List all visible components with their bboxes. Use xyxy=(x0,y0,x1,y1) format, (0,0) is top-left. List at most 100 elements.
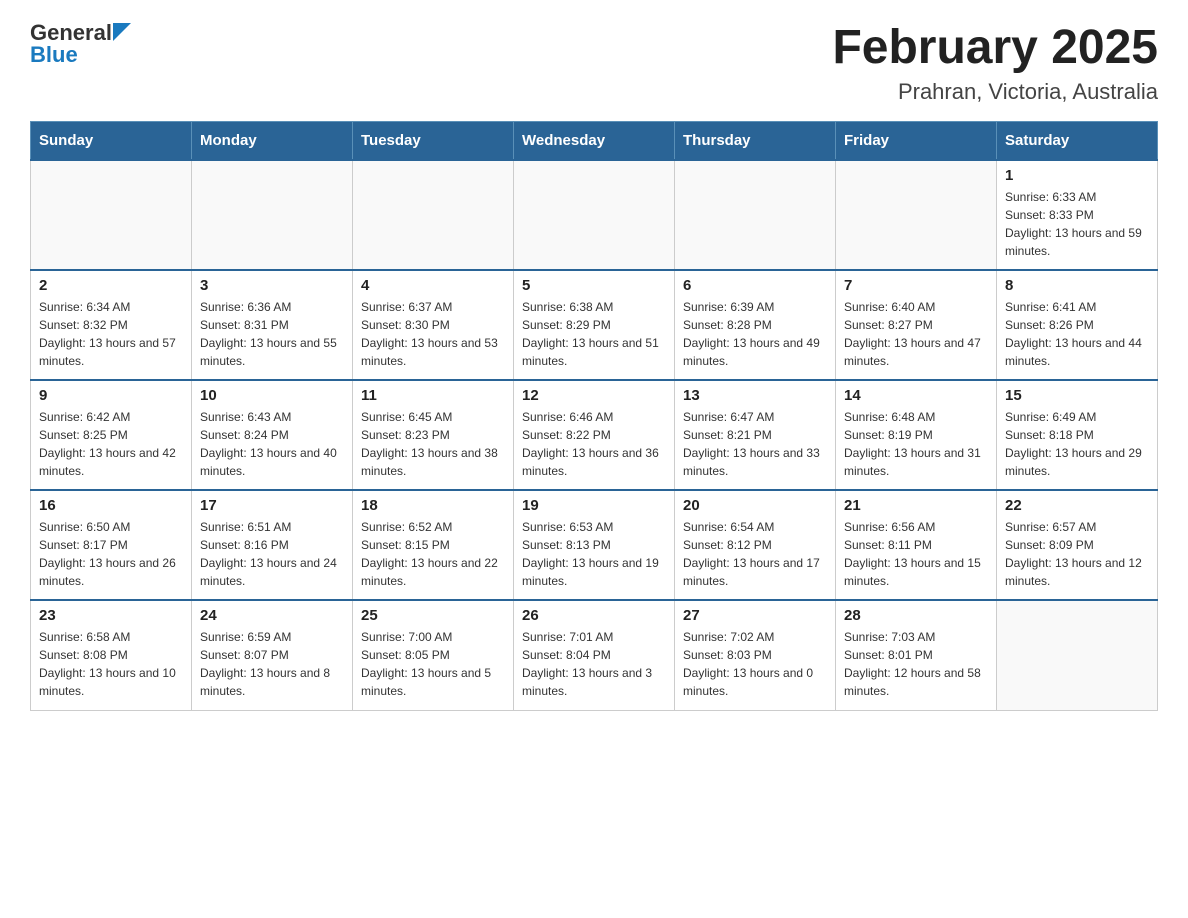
table-row: 19 Sunrise: 6:53 AMSunset: 8:13 PMDayligh… xyxy=(514,490,675,600)
daylight-text: Daylight: 13 hours and 38 minutes. xyxy=(361,446,498,478)
day-info: Sunrise: 7:02 AMSunset: 8:03 PMDaylight:… xyxy=(683,628,827,700)
day-info: Sunrise: 6:51 AM Sunset: 8:16 PM Daylight:… xyxy=(200,518,344,590)
calendar-title: February 2025 xyxy=(832,20,1158,75)
day-number: 14 xyxy=(844,387,988,404)
header-thursday: Thursday xyxy=(675,122,836,161)
daylight-text: Daylight: 13 hours and 10 minutes. xyxy=(39,666,176,698)
sunset-text: Sunset: 8:30 PM xyxy=(361,318,450,332)
day-number: 4 xyxy=(361,277,505,294)
table-row: 20Sunrise: 6:54 AMSunset: 8:12 PMDayligh… xyxy=(675,490,836,600)
day-info: Sunrise: 6:52 AMSunset: 8:15 PMDaylight:… xyxy=(361,518,505,590)
day-info: Sunrise: 6:45 AMSunset: 8:23 PMDaylight:… xyxy=(361,408,505,480)
table-row: 10Sunrise: 6:43 AMSunset: 8:24 PMDayligh… xyxy=(192,380,353,490)
day-info: Sunrise: 6:43 AMSunset: 8:24 PMDaylight:… xyxy=(200,408,344,480)
day-number: 11 xyxy=(361,387,505,404)
sunrise-text: Sunrise: 6:54 AM xyxy=(683,520,774,534)
sunrise-text: Sunrise: 6:57 AM xyxy=(1005,520,1096,534)
table-row: 17 Sunrise: 6:51 AM Sunset: 8:16 PM Dayligh… xyxy=(192,490,353,600)
calendar-subtitle: Prahran, Victoria, Australia xyxy=(832,79,1158,105)
day-number: 17 xyxy=(200,497,344,514)
day-number: 8 xyxy=(1005,277,1149,294)
table-row xyxy=(836,160,997,270)
day-info: Sunrise: 6:58 AMSunset: 8:08 PMDaylight:… xyxy=(39,628,183,700)
sunrise-text: Sunrise: 6:49 AM xyxy=(1005,410,1096,424)
daylight-text: Daylight: 13 hours and 12 minutes. xyxy=(1005,556,1142,588)
sunrise-text: Sunrise: 6:40 AM xyxy=(844,300,935,314)
day-number: 26 xyxy=(522,607,666,624)
day-number: 1 xyxy=(1005,167,1149,184)
sunset-text: Sunset: 8:28 PM xyxy=(683,318,772,332)
sunset-text: Sunset: 8:33 PM xyxy=(1005,208,1094,222)
daylight-text: Daylight: 13 hours and 53 minutes. xyxy=(361,336,498,368)
day-info: Sunrise: 6:53 AMSunset: 8:13 PMDaylight:… xyxy=(522,518,666,590)
day-info: Sunrise: 6:40 AMSunset: 8:27 PMDaylight:… xyxy=(844,298,988,370)
day-info: Sunrise: 6:39 AMSunset: 8:28 PMDaylight:… xyxy=(683,298,827,370)
sunset-text: Sunset: 8:32 PM xyxy=(39,318,128,332)
page-header: General Blue February 2025 Prahran, Vict… xyxy=(30,20,1158,105)
day-number: 13 xyxy=(683,387,827,404)
sunrise-text: Sunrise: 6:37 AM xyxy=(361,300,452,314)
title-block: February 2025 Prahran, Victoria, Austral… xyxy=(832,20,1158,105)
sunrise-text: Sunrise: 6:34 AM xyxy=(39,300,130,314)
sunrise-text: Sunrise: 6:43 AM xyxy=(200,410,291,424)
sunrise-text: Sunrise: 6:48 AM xyxy=(844,410,935,424)
daylight-text: Daylight: 13 hours and 8 minutes. xyxy=(200,666,330,698)
daylight-text: Daylight: 13 hours and 51 minutes. xyxy=(522,336,659,368)
sunset-text: Sunset: 8:17 PM xyxy=(39,538,128,552)
daylight-text: Daylight: 13 hours and 29 minutes. xyxy=(1005,446,1142,478)
daylight-text: Daylight: 13 hours and 55 minutes. xyxy=(200,336,337,368)
table-row: 18Sunrise: 6:52 AMSunset: 8:15 PMDayligh… xyxy=(353,490,514,600)
table-row xyxy=(31,160,192,270)
day-number: 24 xyxy=(200,607,344,624)
sunrise-text: Sunrise: 6:51 AM xyxy=(200,520,291,534)
day-info: Sunrise: 6:34 AM Sunset: 8:32 PM Daylight:… xyxy=(39,298,183,370)
sunset-text: Sunset: 8:25 PM xyxy=(39,428,128,442)
day-info: Sunrise: 6:48 AMSunset: 8:19 PMDaylight:… xyxy=(844,408,988,480)
sunset-text: Sunset: 8:16 PM xyxy=(200,538,289,552)
daylight-text: Daylight: 13 hours and 3 minutes. xyxy=(522,666,652,698)
day-info: Sunrise: 6:57 AM Sunset: 8:09 PM Daylight:… xyxy=(1005,518,1149,590)
logo: General Blue xyxy=(30,20,131,68)
header-monday: Monday xyxy=(192,122,353,161)
day-info: Sunrise: 6:46 AMSunset: 8:22 PMDaylight:… xyxy=(522,408,666,480)
day-number: 19 xyxy=(522,497,666,514)
sunrise-text: Sunrise: 6:38 AM xyxy=(522,300,613,314)
sunrise-text: Sunrise: 6:58 AM xyxy=(39,630,130,644)
table-row: 22Sunrise: 6:57 AMSunset: 8:09 PMDayligh… xyxy=(997,490,1158,600)
sunset-text: Sunset: 8:18 PM xyxy=(1005,428,1094,442)
table-row xyxy=(514,160,675,270)
table-row: 3Sunrise: 6:36 AMSunset: 8:31 PMDaylight… xyxy=(192,270,353,380)
day-number: 25 xyxy=(361,607,505,624)
sunrise-text: Sunrise: 6:41 AM xyxy=(1005,300,1096,314)
sunrise-text: Sunrise: 7:02 AM xyxy=(683,630,774,644)
daylight-text: Daylight: 13 hours and 33 minutes. xyxy=(683,446,820,478)
table-row: 11 Sunrise: 6:45 AMSunset: 8:23 PMDayligh… xyxy=(353,380,514,490)
day-info: Sunrise: 6:37 AM Sunset: 8:30 PM Daylight:… xyxy=(361,298,505,370)
table-row: 26Sunrise: 7:01 AMSunset: 8:04 PMDayligh… xyxy=(514,600,675,710)
daylight-text: Daylight: 13 hours and 15 minutes. xyxy=(844,556,981,588)
table-row: 21Sunrise: 6:56 AMSunset: 8:11 PMDayligh… xyxy=(836,490,997,600)
day-number: 5 xyxy=(522,277,666,294)
table-row: 2 Sunrise: 6:34 AM Sunset: 8:32 PM Daylight… xyxy=(31,270,192,380)
day-number: 16 xyxy=(39,497,183,514)
daylight-text: Daylight: 13 hours and 40 minutes. xyxy=(200,446,337,478)
sunrise-text: Sunrise: 6:59 AM xyxy=(200,630,291,644)
sunset-text: Sunset: 8:09 PM xyxy=(1005,538,1094,552)
day-number: 2 xyxy=(39,277,183,294)
daylight-text: Daylight: 13 hours and 59 minutes. xyxy=(1005,226,1142,258)
table-row: 25Sunrise: 7:00 AMSunset: 8:05 PMDayligh… xyxy=(353,600,514,710)
calendar-week-row: 23Sunrise: 6:58 AMSunset: 8:08 PMDayligh… xyxy=(31,600,1158,710)
daylight-text: Daylight: 13 hours and 24 minutes. xyxy=(200,556,337,588)
sunrise-text: Sunrise: 6:47 AM xyxy=(683,410,774,424)
day-number: 9 xyxy=(39,387,183,404)
day-number: 27 xyxy=(683,607,827,624)
daylight-text: Daylight: 13 hours and 57 minutes. xyxy=(39,336,176,368)
table-row: 5Sunrise: 6:38 AMSunset: 8:29 PMDaylight… xyxy=(514,270,675,380)
logo-arrow-icon xyxy=(113,23,131,41)
table-row xyxy=(192,160,353,270)
day-info: Sunrise: 6:49 AM Sunset: 8:18 PM Daylight:… xyxy=(1005,408,1149,480)
calendar-week-row: 9Sunrise: 6:42 AMSunset: 8:25 PMDaylight… xyxy=(31,380,1158,490)
table-row: 4 Sunrise: 6:37 AM Sunset: 8:30 PM Daylight… xyxy=(353,270,514,380)
sunset-text: Sunset: 8:07 PM xyxy=(200,648,289,662)
calendar-header-row: Sunday Monday Tuesday Wednesday Thursday… xyxy=(31,122,1158,161)
